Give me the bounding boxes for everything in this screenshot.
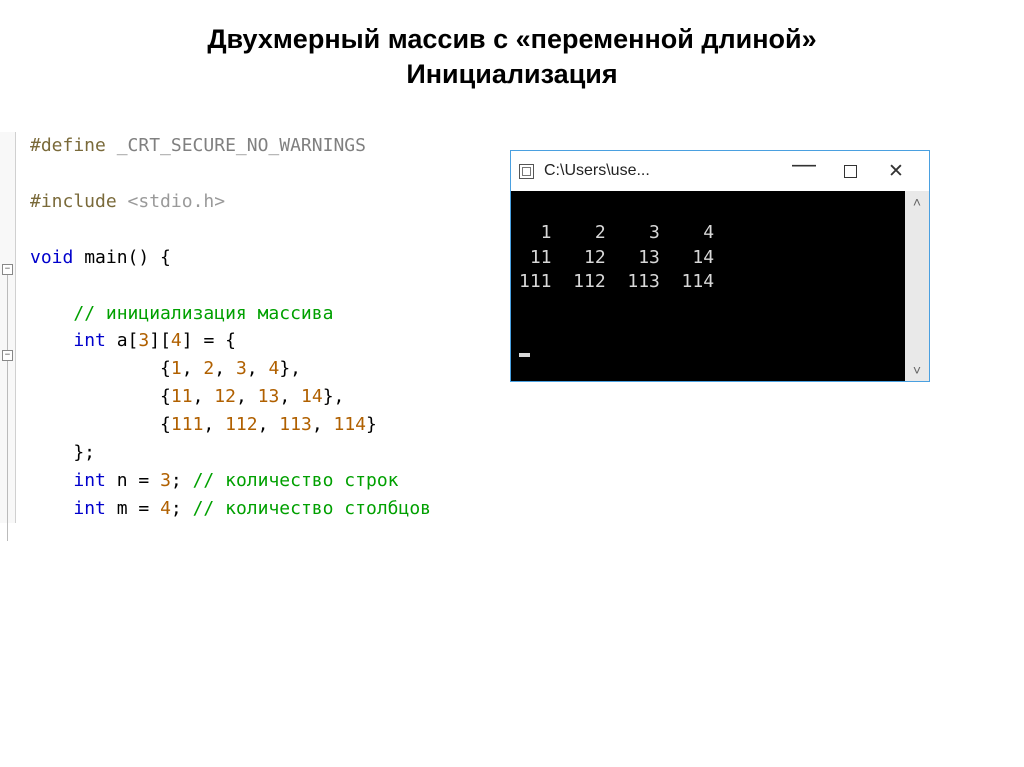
minimize-icon: — bbox=[792, 151, 816, 178]
console-body: 1 2 3 4 11 12 13 14 111 112 113 114 ˄ ˅ bbox=[511, 191, 929, 381]
console-window: C:\Users\use... — ✕ 1 2 3 4 11 12 13 14 … bbox=[510, 150, 930, 382]
code-line: void main() { bbox=[18, 244, 470, 272]
title-line-1: Двухмерный массив с «переменной длиной» bbox=[0, 22, 1024, 57]
console-window-wrap: C:\Users\use... — ✕ 1 2 3 4 11 12 13 14 … bbox=[510, 150, 940, 522]
code-line bbox=[18, 216, 470, 244]
minimize-button[interactable]: — bbox=[781, 161, 827, 181]
code-line: #include <stdio.h> bbox=[18, 188, 470, 216]
scrollbar[interactable]: ˄ ˅ bbox=[905, 191, 929, 381]
fold-gutter: − − bbox=[0, 132, 16, 522]
cursor-icon bbox=[519, 353, 530, 357]
title-line-2: Инициализация bbox=[0, 57, 1024, 92]
maximize-icon bbox=[844, 165, 857, 178]
code-block: − − #define _CRT_SECURE_NO_WARNINGS #inc… bbox=[0, 132, 470, 522]
console-output: 1 2 3 4 11 12 13 14 111 112 113 114 bbox=[511, 191, 905, 381]
fold-line bbox=[7, 361, 8, 541]
fold-toggle-icon[interactable]: − bbox=[2, 264, 13, 275]
console-row: 1 2 3 4 bbox=[519, 222, 714, 243]
code-line bbox=[18, 272, 470, 300]
window-titlebar: C:\Users\use... — ✕ bbox=[511, 151, 929, 191]
chevron-up-icon[interactable]: ˄ bbox=[913, 195, 921, 209]
maximize-button[interactable] bbox=[827, 165, 873, 178]
code-line bbox=[18, 160, 470, 188]
close-button[interactable]: ✕ bbox=[873, 160, 919, 183]
slide-title: Двухмерный массив с «переменной длиной» … bbox=[0, 0, 1024, 92]
code-line: {11, 12, 13, 14}, bbox=[18, 383, 470, 411]
code-line: // инициализация массива bbox=[18, 300, 470, 328]
code-line: {1, 2, 3, 4}, bbox=[18, 355, 470, 383]
console-row: 111 112 113 114 bbox=[519, 271, 714, 292]
console-row: 11 12 13 14 bbox=[519, 247, 714, 268]
code-line: int n = 3; // количество строк bbox=[18, 467, 470, 495]
code-line: int a[3][4] = { bbox=[18, 327, 470, 355]
chevron-down-icon[interactable]: ˅ bbox=[913, 363, 921, 377]
fold-line bbox=[7, 275, 8, 350]
window-title: C:\Users\use... bbox=[544, 162, 781, 180]
code-line: int m = 4; // количество столбцов bbox=[18, 495, 470, 523]
code-line: {111, 112, 113, 114} bbox=[18, 411, 470, 439]
code-line: #define _CRT_SECURE_NO_WARNINGS bbox=[18, 132, 470, 160]
code-line: }; bbox=[18, 439, 470, 467]
fold-toggle-icon[interactable]: − bbox=[2, 350, 13, 361]
app-icon bbox=[519, 164, 534, 179]
close-icon: ✕ bbox=[888, 161, 904, 182]
content-row: − − #define _CRT_SECURE_NO_WARNINGS #inc… bbox=[0, 132, 1024, 522]
